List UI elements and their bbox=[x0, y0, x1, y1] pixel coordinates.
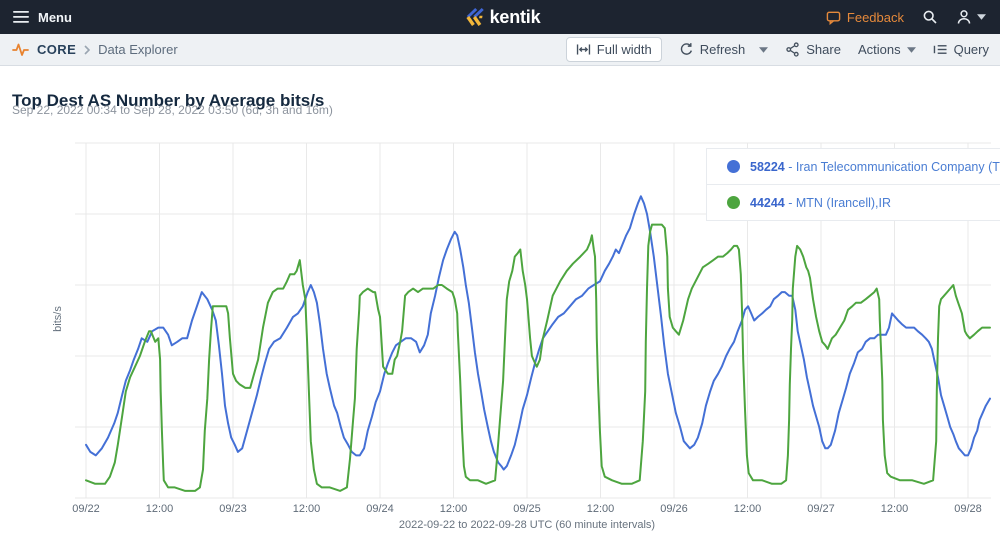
search-icon[interactable] bbox=[922, 9, 938, 25]
full-width-icon bbox=[576, 44, 591, 55]
topbar: Menu kentik Feedback bbox=[0, 0, 1000, 34]
x-tick-label: 12:00 bbox=[734, 503, 762, 515]
breadcrumb: CORE Data Explorer bbox=[0, 41, 178, 58]
kentik-mark-icon bbox=[460, 7, 485, 27]
topbar-actions: Feedback bbox=[826, 9, 1000, 25]
query-button[interactable]: Query bbox=[933, 42, 989, 57]
x-tick-label: 12:00 bbox=[440, 503, 468, 515]
series-color-dot-green bbox=[727, 196, 740, 209]
full-width-button[interactable]: Full width bbox=[566, 37, 662, 62]
y-axis-label: bits/s bbox=[52, 289, 64, 349]
breadcrumb-section[interactable]: CORE bbox=[37, 42, 76, 57]
speech-bubble-icon bbox=[826, 10, 841, 25]
hamburger-icon bbox=[13, 10, 29, 24]
caret-down-icon bbox=[977, 14, 986, 20]
query-label: Query bbox=[954, 42, 989, 57]
share-button[interactable]: Share bbox=[785, 42, 841, 57]
actions-caret-icon bbox=[907, 47, 916, 53]
x-tick-label: 12:00 bbox=[881, 503, 909, 515]
menu-button[interactable]: Menu bbox=[0, 10, 72, 25]
x-tick-label: 09/28 bbox=[954, 503, 982, 515]
breadcrumb-page[interactable]: Data Explorer bbox=[98, 42, 177, 57]
x-tick-label: 09/27 bbox=[807, 503, 835, 515]
x-tick-label: 09/22 bbox=[72, 503, 100, 515]
pulse-icon bbox=[12, 41, 29, 58]
legend-item-44244[interactable]: 44244 - MTN (Irancell),IR bbox=[707, 184, 1000, 221]
brand-logo[interactable]: kentik bbox=[460, 7, 541, 28]
legend-label: 44244 - MTN (Irancell),IR bbox=[750, 196, 891, 210]
feedback-label: Feedback bbox=[847, 10, 904, 25]
full-width-label: Full width bbox=[597, 42, 652, 57]
actions-label: Actions bbox=[858, 42, 901, 57]
legend-label: 58224 - Iran Telecommunication Company (… bbox=[750, 160, 1000, 174]
query-list-icon bbox=[933, 43, 948, 56]
x-tick-label: 09/25 bbox=[513, 503, 541, 515]
user-icon bbox=[956, 9, 972, 25]
share-nodes-icon bbox=[785, 42, 800, 57]
toolbar: CORE Data Explorer Full width Refresh bbox=[0, 34, 1000, 66]
series-line-44244[interactable] bbox=[86, 225, 990, 491]
toolbar-actions: Full width Refresh Share Actions bbox=[566, 37, 1000, 62]
refresh-icon bbox=[679, 42, 694, 57]
series-line-58224[interactable] bbox=[86, 196, 990, 469]
actions-button[interactable]: Actions bbox=[858, 42, 916, 57]
brand-name: kentik bbox=[490, 7, 541, 28]
chart-legend: 58224 - Iran Telecommunication Company (… bbox=[706, 148, 1000, 221]
time-range-subtitle: Sep 22, 2022 00:34 to Sep 28, 2022 03:50… bbox=[12, 103, 333, 117]
refresh-caret-icon[interactable] bbox=[759, 47, 768, 53]
user-menu[interactable] bbox=[956, 9, 986, 25]
chevron-right-icon bbox=[84, 45, 90, 55]
x-tick-label: 12:00 bbox=[146, 503, 174, 515]
refresh-button[interactable]: Refresh bbox=[679, 42, 769, 57]
series-color-dot-blue bbox=[727, 160, 740, 173]
chart-area: bits/s 09/22 12:00 09/23 12:00 09/24 12:00 09/… bbox=[0, 130, 1000, 544]
x-tick-label: 12:00 bbox=[293, 503, 321, 515]
x-tick-label: 09/26 bbox=[660, 503, 688, 515]
x-tick-label: 12:00 bbox=[587, 503, 615, 515]
refresh-label: Refresh bbox=[700, 42, 746, 57]
x-tick-label: 09/23 bbox=[219, 503, 247, 515]
x-tick-label: 09/24 bbox=[366, 503, 394, 515]
feedback-button[interactable]: Feedback bbox=[826, 10, 904, 25]
legend-item-58224[interactable]: 58224 - Iran Telecommunication Company (… bbox=[707, 148, 1000, 184]
x-axis-caption: 2022-09-22 to 2022-09-28 UTC (60 minute … bbox=[86, 519, 968, 531]
share-label: Share bbox=[806, 42, 841, 57]
menu-label: Menu bbox=[38, 10, 72, 25]
